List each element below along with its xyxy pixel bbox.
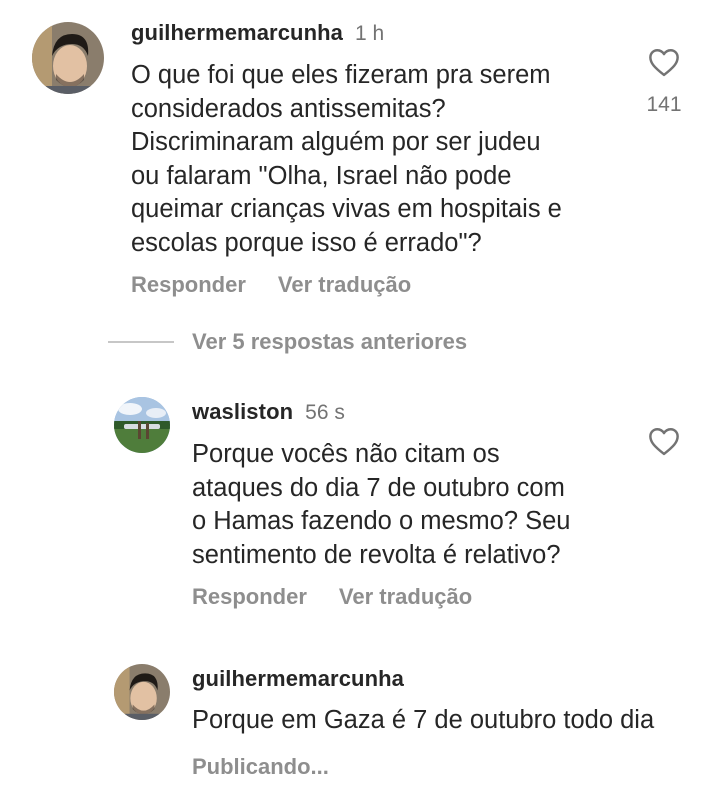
avatar-guilhermemarcunha[interactable] bbox=[32, 22, 104, 94]
timestamp: 1 h bbox=[354, 22, 385, 45]
reply-text: Porque vocês não citam os ataques do dia… bbox=[192, 440, 571, 569]
comment-actions: Responder Ver tradução bbox=[131, 272, 411, 298]
avatar-wasliston[interactable] bbox=[114, 397, 170, 453]
username[interactable]: guilhermemarcunha bbox=[131, 20, 343, 45]
username[interactable]: wasliston bbox=[192, 399, 293, 424]
posting-status: Publicando... bbox=[192, 754, 329, 779]
comment-header: guilhermemarcunha 1 h bbox=[131, 20, 384, 46]
heart-outline-icon[interactable] bbox=[647, 47, 681, 77]
avatar-image bbox=[114, 397, 170, 453]
translate-button[interactable]: Ver tradução bbox=[278, 272, 411, 298]
view-replies-label: Ver 5 respostas anteriores bbox=[192, 329, 468, 354]
avatar-guilhermemarcunha[interactable] bbox=[114, 664, 170, 720]
avatar-image bbox=[114, 664, 170, 720]
timestamp: 56 s bbox=[305, 401, 345, 424]
reply-button[interactable]: Responder bbox=[131, 272, 246, 298]
divider-line bbox=[108, 341, 174, 343]
comment-text: O que foi que eles fizeram pra serem con… bbox=[131, 61, 562, 257]
reply-header: wasliston 56 s bbox=[192, 399, 345, 425]
view-previous-replies-button[interactable]: Ver 5 respostas anteriores bbox=[108, 329, 467, 355]
avatar-image bbox=[32, 22, 104, 94]
reply-header: guilhermemarcunha bbox=[192, 666, 404, 692]
heart-outline-icon[interactable] bbox=[647, 426, 681, 456]
like-count: 141 bbox=[646, 93, 682, 116]
translate-button[interactable]: Ver tradução bbox=[339, 584, 472, 610]
reply-button[interactable]: Responder bbox=[192, 584, 307, 610]
reply-actions: Responder Ver tradução bbox=[192, 584, 472, 610]
reply-text: Porque em Gaza é 7 de outubro todo dia bbox=[192, 706, 655, 734]
username[interactable]: guilhermemarcunha bbox=[192, 666, 404, 691]
